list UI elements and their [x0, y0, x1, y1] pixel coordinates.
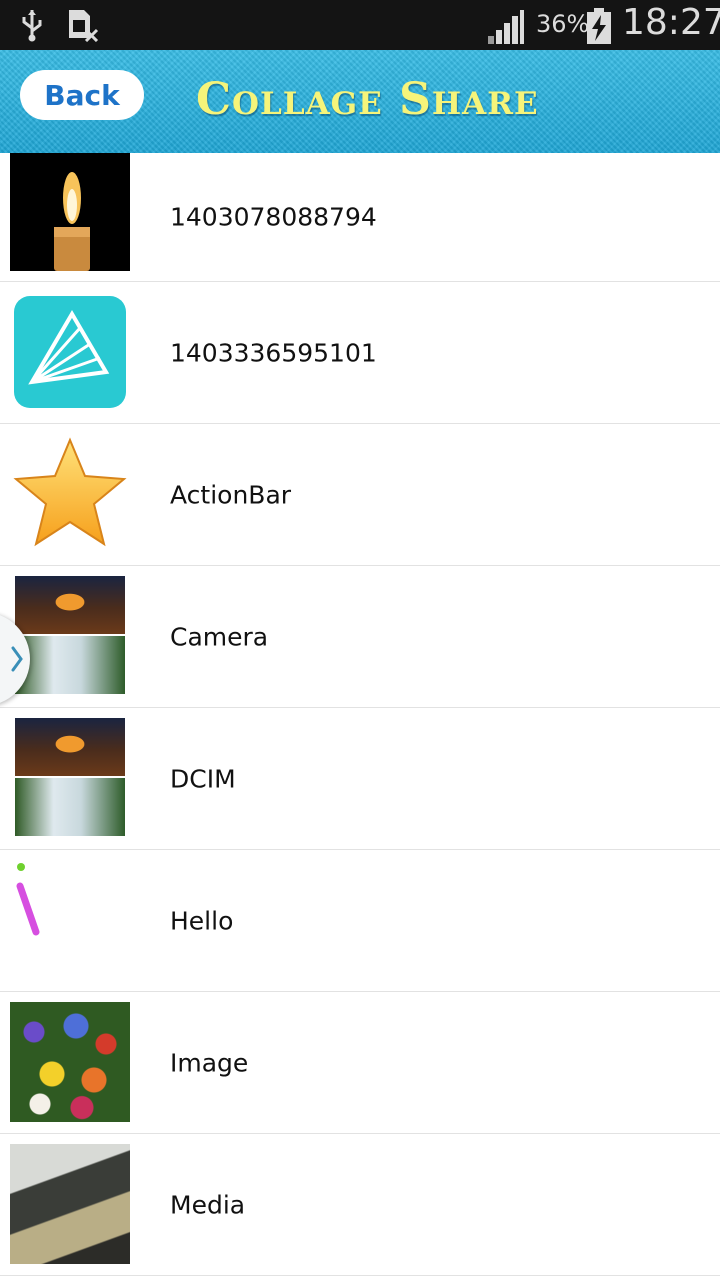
list-item[interactable]: 1403078088794 — [0, 153, 720, 282]
list-item[interactable]: Hello — [0, 850, 720, 992]
folder-thumbnail — [10, 1002, 130, 1122]
folder-name: Camera — [170, 622, 269, 651]
folder-list: 1403078088794 1403336595101 ActionBar Ca… — [0, 153, 720, 1280]
list-item[interactable]: Media — [0, 1134, 720, 1276]
list-item[interactable]: 1403336595101 — [0, 282, 720, 424]
folder-name: DCIM — [170, 764, 236, 793]
list-item[interactable]: Image — [0, 992, 720, 1134]
list-item[interactable]: ActionBar — [0, 424, 720, 566]
clock: 18:27 — [622, 2, 720, 43]
folder-name: Hello — [170, 906, 234, 935]
list-item[interactable]: Camera — [0, 566, 720, 708]
app-header: Back Collage Share — [0, 50, 720, 153]
sim-card-icon — [69, 10, 99, 42]
list-item[interactable]: DCIM — [0, 708, 720, 850]
usb-icon — [22, 10, 42, 42]
page-title: Collage Share — [196, 74, 539, 125]
chevron-right-icon — [11, 646, 23, 672]
signal-icon — [488, 10, 524, 44]
folder-name: ActionBar — [170, 480, 292, 509]
folder-thumbnail — [10, 860, 130, 980]
back-button[interactable]: Back — [20, 70, 144, 120]
folder-thumbnail — [10, 153, 130, 271]
folder-thumbnail — [10, 292, 130, 412]
folder-name: 1403078088794 — [170, 202, 377, 232]
battery-charging-icon — [587, 8, 611, 44]
folder-thumbnail — [10, 576, 130, 696]
folder-thumbnail — [10, 1144, 130, 1264]
folder-thumbnail — [10, 434, 130, 554]
folder-thumbnail — [10, 718, 130, 838]
folder-name: 1403336595101 — [170, 338, 377, 367]
status-bar: 36% 18:27 — [0, 0, 720, 50]
folder-name: Image — [170, 1048, 249, 1077]
battery-percent: 36% — [536, 10, 590, 38]
folder-name: Media — [170, 1190, 246, 1219]
